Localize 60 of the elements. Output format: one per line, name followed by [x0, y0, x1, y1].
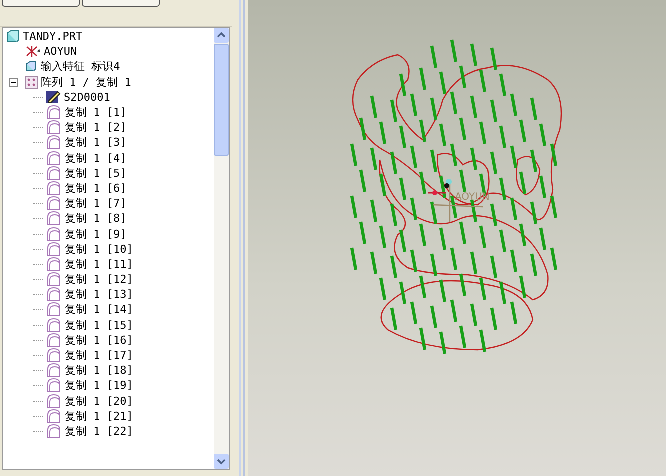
scrollbar[interactable]	[214, 28, 229, 469]
tree-item[interactable]: 阵列 1 / 复制 1	[41, 74, 132, 90]
tree-item[interactable]: 复制 1 [5]	[65, 166, 127, 181]
toolbar-button[interactable]	[82, 0, 160, 7]
copy-feature-icon	[46, 348, 62, 364]
tree-item[interactable]: 复制 1 [17]	[65, 348, 134, 364]
tree-item[interactable]: 复制 1 [11]	[65, 256, 134, 272]
tree-item[interactable]: 复制 1 [1]	[65, 105, 127, 120]
tree-item[interactable]: 复制 1 [3]	[65, 135, 127, 150]
tree-item[interactable]: 复制 1 [21]	[65, 408, 134, 424]
copy-feature-icon	[46, 302, 62, 318]
tree-item[interactable]: S2D0001	[64, 90, 110, 104]
tree-item[interactable]: 复制 1 [2]	[65, 120, 127, 136]
copy-feature-icon	[46, 226, 62, 242]
tree-item[interactable]: 复制 1 [18]	[65, 363, 134, 378]
scroll-up-icon[interactable]	[214, 28, 229, 43]
copy-feature-icon	[46, 378, 62, 394]
tree-item[interactable]: 复制 1 [9]	[65, 226, 127, 242]
tree-item[interactable]: 复制 1 [4]	[65, 150, 127, 166]
collapse-icon[interactable]	[9, 78, 18, 87]
tree-item[interactable]: 复制 1 [7]	[65, 196, 127, 212]
tree-item[interactable]: 复制 1 [6]	[65, 180, 127, 196]
copy-feature-icon	[46, 394, 62, 409]
copy-feature-icon	[46, 211, 62, 226]
tree-item[interactable]: 复制 1 [12]	[65, 272, 134, 288]
copy-feature-icon	[46, 256, 62, 272]
toolbar-button[interactable]	[2, 0, 80, 7]
copy-feature-icon	[46, 363, 62, 378]
copy-feature-icon	[46, 318, 62, 333]
tree-item[interactable]: 复制 1 [15]	[65, 318, 134, 333]
copy-feature-icon	[46, 120, 62, 136]
copy-feature-icon	[46, 272, 62, 288]
tree-item[interactable]: 复制 1 [8]	[65, 211, 127, 226]
tree-item[interactable]: 输入特征 标识4	[41, 59, 120, 74]
part-icon	[7, 30, 20, 44]
coordinate-system-icon	[25, 45, 41, 58]
tree-item[interactable]: 复制 1 [14]	[65, 302, 134, 318]
copy-feature-icon	[46, 408, 62, 424]
scroll-down-icon[interactable]	[214, 454, 229, 469]
tree-item[interactable]: 复制 1 [16]	[65, 332, 134, 348]
copy-feature-icon	[46, 150, 62, 166]
tree-item[interactable]: 复制 1 [20]	[65, 394, 134, 409]
cube-icon	[25, 60, 38, 74]
copy-feature-icon	[46, 180, 62, 196]
copy-feature-icon	[46, 424, 62, 439]
tree-item[interactable]: AOYUN	[44, 45, 78, 58]
sketch-icon	[46, 90, 61, 104]
tree-item[interactable]: 复制 1 [22]	[65, 424, 134, 439]
pattern-icon	[25, 76, 38, 89]
copy-feature-icon	[46, 105, 62, 120]
copy-feature-icon	[46, 287, 62, 302]
tree-item[interactable]: 复制 1 [13]	[65, 287, 134, 302]
copy-feature-icon	[46, 242, 62, 257]
copy-feature-icon	[46, 196, 62, 212]
tree-item[interactable]: 复制 1 [19]	[65, 378, 134, 394]
tree-item[interactable]: TANDY.PRT	[23, 30, 83, 44]
copy-feature-icon	[46, 332, 62, 348]
copy-feature-icon	[46, 135, 62, 150]
copy-feature-icon	[46, 166, 62, 181]
tree-item[interactable]: 复制 1 [10]	[65, 242, 134, 257]
